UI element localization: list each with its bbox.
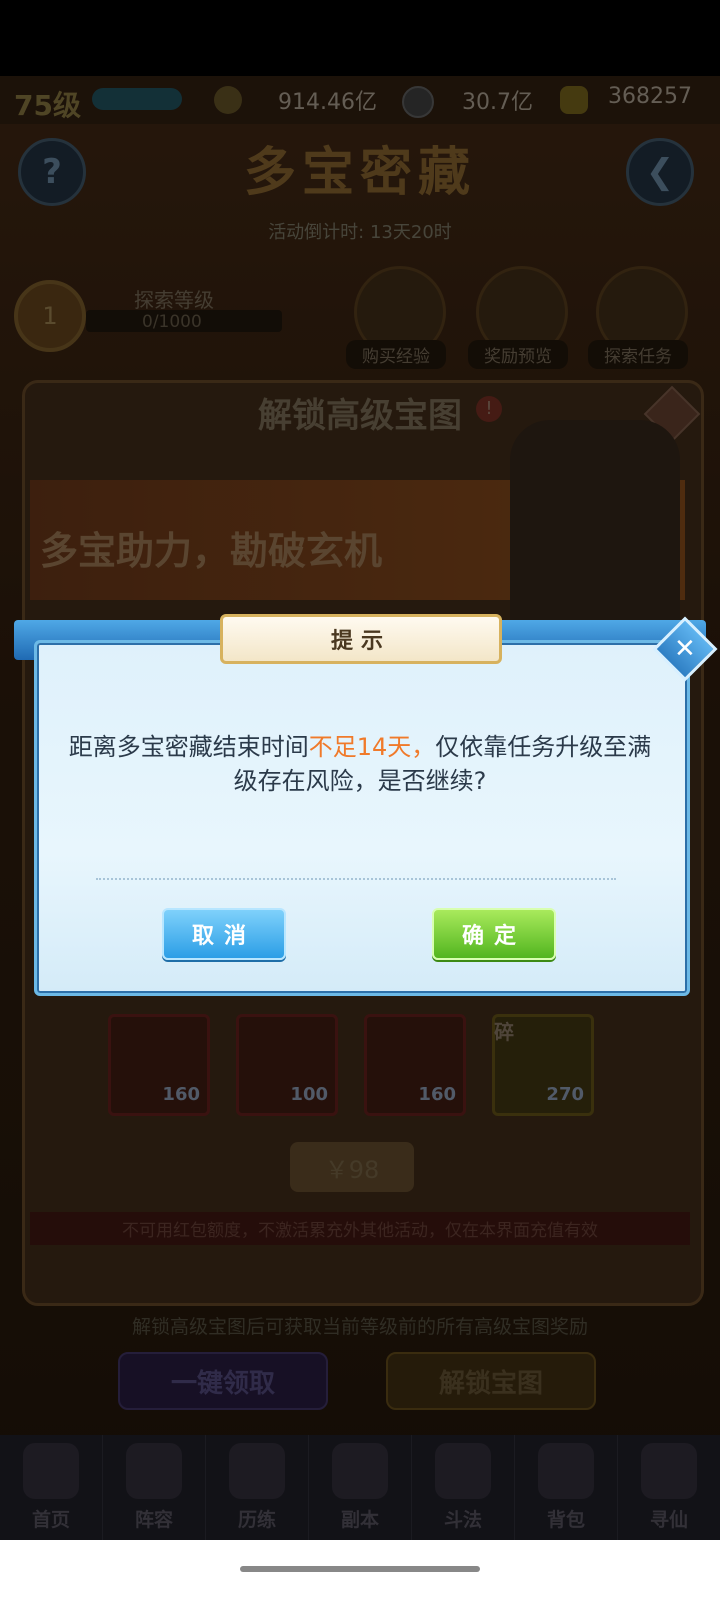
- dialog-title: 提示: [220, 614, 502, 664]
- dialog-message-warning: 不足14天，: [308, 733, 436, 761]
- dialog-message: 距离多宝密藏结束时间不足14天，仅依靠任务升级至满级存在风险，是否继续?: [58, 730, 662, 798]
- dialog-divider: [96, 878, 616, 880]
- close-icon: ✕: [674, 633, 696, 664]
- cancel-label: 取消: [191, 924, 256, 949]
- cancel-button[interactable]: 取消: [162, 908, 286, 960]
- dialog-message-part1: 距离多宝密藏结束时间: [68, 733, 309, 761]
- confirm-label: 确定: [461, 924, 526, 949]
- home-indicator[interactable]: [240, 1566, 480, 1572]
- status-bar: [0, 0, 720, 76]
- confirm-button[interactable]: 确定: [432, 908, 556, 960]
- confirm-dialog: [34, 640, 690, 996]
